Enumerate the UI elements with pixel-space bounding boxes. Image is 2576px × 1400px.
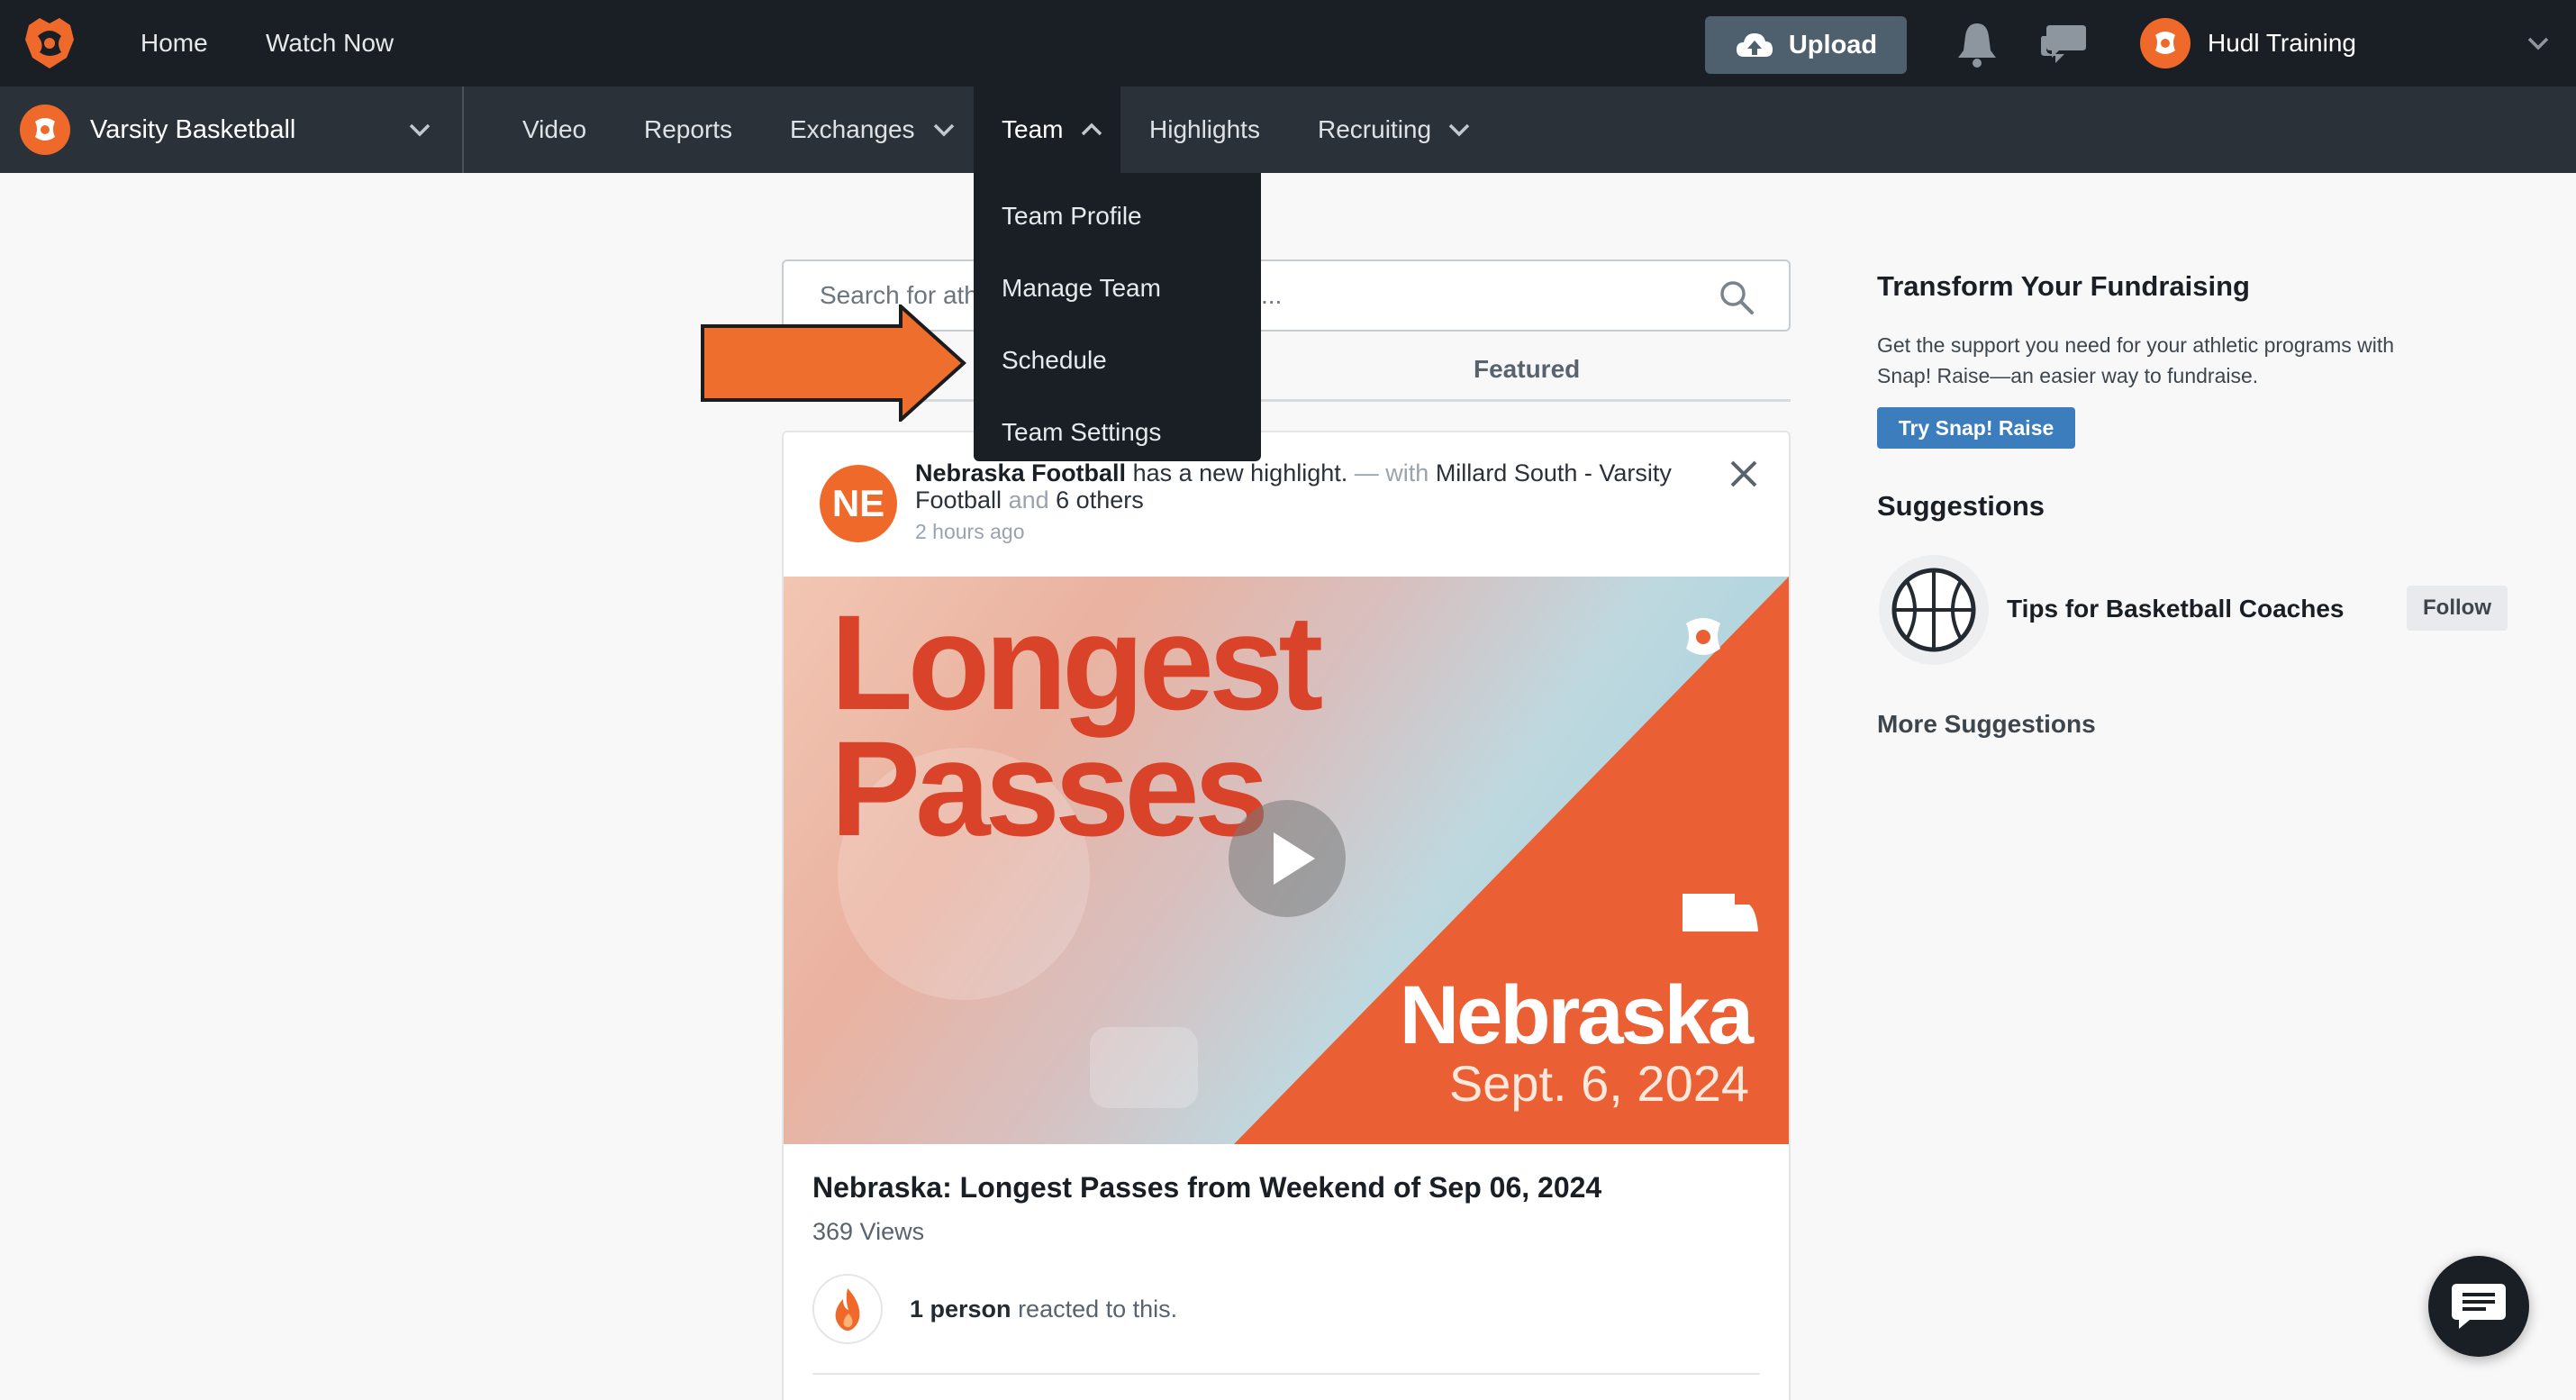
menu-item-manage-team[interactable]: Manage Team (974, 252, 1261, 324)
chevron-down-icon[interactable] (931, 117, 957, 142)
user-name[interactable]: Hudl Training (2208, 0, 2356, 86)
post-with-text: — with (1354, 459, 1429, 486)
basketball-icon (1891, 568, 1976, 652)
bell-icon[interactable] (1951, 18, 2003, 70)
team-avatar (20, 105, 70, 155)
follow-button[interactable]: Follow (2407, 586, 2508, 631)
nav-watch-now[interactable]: Watch Now (266, 0, 394, 86)
tab-featured[interactable]: Featured (1474, 342, 1580, 396)
user-avatar[interactable] (2140, 18, 2191, 68)
chevron-up-icon[interactable] (1079, 117, 1104, 142)
subnav-video[interactable]: Video (522, 86, 586, 173)
menu-item-schedule[interactable]: Schedule (974, 324, 1261, 396)
team-navigation-bar: Varsity Basketball Video Reports Exchang… (0, 86, 2576, 173)
reaction-badge[interactable] (812, 1274, 883, 1344)
search-placeholder-end: ... (1261, 281, 1283, 309)
search-icon[interactable] (1719, 279, 1755, 315)
chevron-down-icon[interactable] (1447, 117, 1472, 142)
promo-text: Get the support you need for your athlet… (1877, 333, 2395, 387)
subnav-highlights[interactable]: Highlights (1149, 86, 1260, 173)
try-snap-raise-button[interactable]: Try Snap! Raise (1877, 407, 2075, 449)
team-dropdown-menu: Team Profile Manage Team Schedule Team S… (974, 173, 1261, 461)
reaction-text: reacted to this. (1018, 1295, 1178, 1323)
post-title[interactable]: Nebraska: Longest Passes from Weekend of… (812, 1171, 1601, 1205)
suggestion-name[interactable]: Tips for Basketball Coaches (2007, 595, 2345, 623)
play-button[interactable] (1229, 800, 1346, 917)
team-selector[interactable]: Varsity Basketball (0, 86, 464, 173)
subnav-team[interactable]: Team (1002, 86, 1063, 173)
menu-item-team-profile[interactable]: Team Profile (974, 180, 1261, 252)
subnav-recruiting[interactable]: Recruiting (1318, 86, 1431, 173)
thumbnail-title-line2: Passes (830, 713, 1269, 864)
hudl-logo-icon (35, 118, 55, 141)
post-timestamp: 2 hours ago (915, 520, 1025, 543)
chevron-down-icon[interactable] (407, 117, 432, 142)
highlight-video-thumbnail[interactable]: Longest Passes Nebraska Sept. 6, 2024 (784, 577, 1789, 1144)
thumbnail-team: Nebraska (1399, 969, 1754, 1061)
more-suggestions-link[interactable]: More Suggestions (1877, 710, 2096, 739)
divider (812, 1373, 1760, 1375)
upload-label: Upload (1788, 30, 1878, 59)
post-and-text: and (1008, 486, 1049, 514)
chevron-down-icon[interactable] (2526, 31, 2551, 56)
suggestions-heading: Suggestions (1877, 490, 2045, 522)
top-navigation-bar: Home Watch Now Upload Hudl Training (0, 0, 2576, 86)
hudl-logo-icon[interactable] (20, 13, 79, 72)
thumbnail-title-line1: Longest (830, 586, 1323, 738)
subnav-reports[interactable]: Reports (644, 86, 732, 173)
upload-button[interactable]: Upload (1705, 16, 1907, 74)
promo-heading: Transform Your Fundraising (1877, 270, 2250, 302)
fire-icon (835, 1288, 860, 1331)
nav-home[interactable]: Home (141, 0, 208, 86)
menu-item-team-settings[interactable]: Team Settings (974, 396, 1261, 468)
chat-button[interactable] (2428, 1256, 2529, 1357)
close-icon[interactable] (1728, 458, 1760, 490)
team-name: Varsity Basketball (90, 115, 296, 144)
hudl-logo-icon (1686, 618, 1720, 655)
suggestion-avatar[interactable] (1879, 555, 1989, 665)
hudl-logo-icon (2155, 32, 2175, 54)
chat-icon (2452, 1284, 2506, 1329)
post-others[interactable]: 6 others (1056, 486, 1144, 514)
reaction-summary: 1 person reacted to this. (910, 1295, 1177, 1323)
post-author-avatar[interactable]: NE (820, 465, 897, 542)
thumbnail-date: Sept. 6, 2024 (1448, 1055, 1749, 1112)
reaction-count[interactable]: 1 person (910, 1295, 1011, 1323)
post-views: 369 Views (812, 1218, 925, 1245)
subnav-exchanges[interactable]: Exchanges (790, 86, 915, 173)
annotation-arrow-icon (701, 305, 966, 422)
messages-icon[interactable] (2037, 18, 2090, 70)
feed-post-card: NE Nebraska Football has a new highlight… (782, 431, 1791, 1400)
cloud-upload-icon (1736, 33, 1773, 57)
play-icon (1274, 832, 1315, 885)
nebraska-state-icon (1683, 894, 1758, 932)
